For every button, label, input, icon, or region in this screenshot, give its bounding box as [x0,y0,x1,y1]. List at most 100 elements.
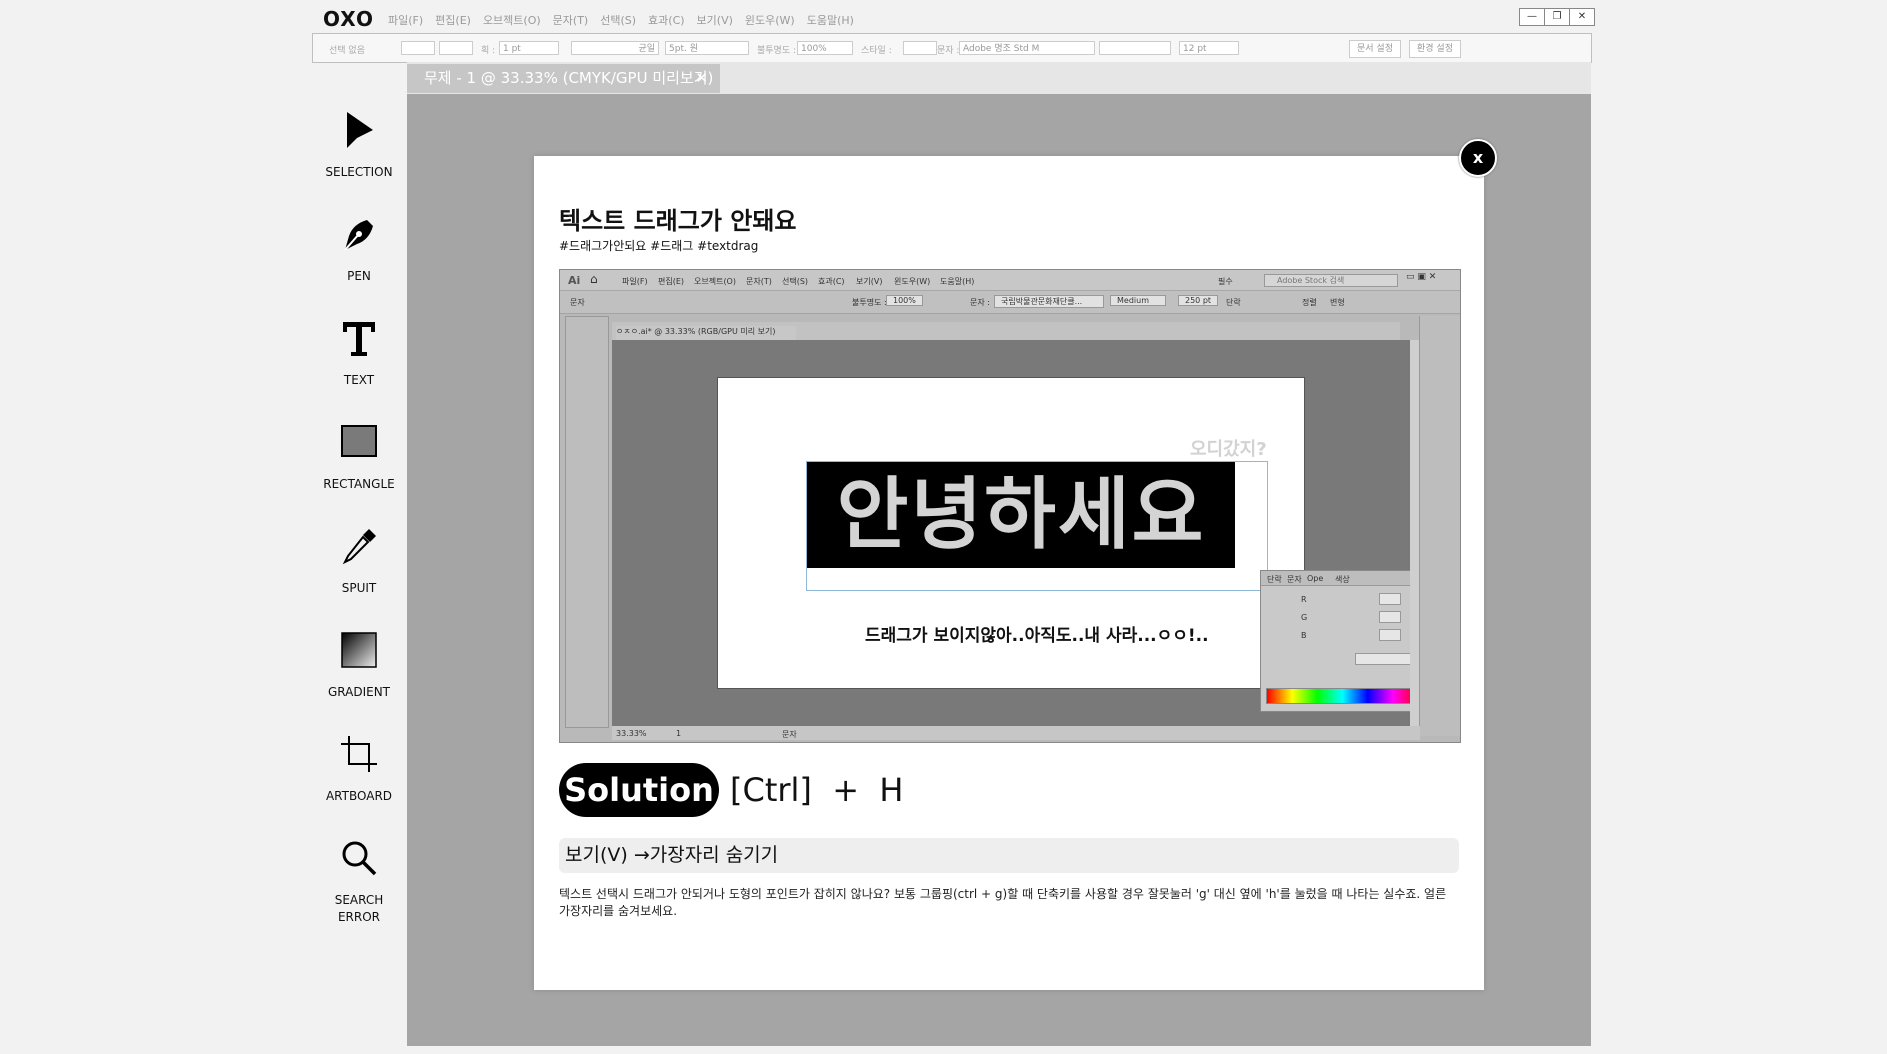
shot-hidden-text: 오디갔지? [1190,439,1267,460]
shot-menu-item: 윈도우(W) [894,277,931,286]
style-select[interactable] [903,41,937,55]
shot-doc-tab-title: ㅇㅈㅇ.ai* @ 33.33% (RGB/GPU 미리 보기) [616,326,796,340]
tool-label: SPUIT [341,581,377,595]
stroke-style-select[interactable]: 균일 [571,41,659,55]
tool-text[interactable]: TEXT [318,318,400,389]
font-select[interactable]: Adobe 명조 Std M [959,41,1095,55]
shot-color-tab: 문자 [1287,575,1302,584]
minimize-button[interactable]: — [1519,8,1545,26]
selection-arrow-icon [347,112,373,148]
stroke-label: 획 : [481,46,496,56]
menu-edit[interactable]: 편집(E) [435,12,471,28]
menu-view[interactable]: 보기(V) [697,12,733,28]
app-logo: OXO [323,7,374,31]
menu-help[interactable]: 도움말(H) [807,12,854,28]
opacity-input[interactable]: 100% [797,41,853,55]
shot-toolbar [565,316,609,728]
opacity-label: 불투명도 : [757,46,797,56]
shot-right-panel [1419,316,1460,736]
shot-size: 250 pt [1178,295,1219,306]
shot-drag-text: 드래그가 보이지않아..아직도..내 사라...ㅇㅇ!.. [865,626,1209,646]
shot-menu-item: 보기(V) [856,277,883,286]
font-style-select[interactable] [1099,41,1171,55]
menu-type[interactable]: 문자(T) [553,12,589,28]
shot-opacity-value: 100% [886,295,923,306]
text-t-icon [343,322,375,356]
solution-description: 텍스트 선택시 드래그가 안되거나 도형의 포인트가 잡히지 않나요? 보통 그… [559,887,1447,918]
tool-pen[interactable]: PEN [318,214,400,285]
selection-status: 선택 없음 [329,46,365,56]
tool-label: TEXT [343,373,375,387]
menu-file[interactable]: 파일(F) [388,12,423,28]
shot-color-spectrum [1266,688,1419,704]
menu-window[interactable]: 윈도우(W) [745,12,795,28]
shot-opacity-label: 불투명도 : [852,298,887,307]
tool-search-error[interactable]: SEARCH ERROR [318,838,400,926]
shot-selection-box [806,461,1268,591]
shot-doc-tab: ㅇㅈㅇ.ai* @ 33.33% (RGB/GPU 미리 보기) [612,322,1400,340]
eyedropper-icon [342,529,376,565]
font-label: 문자 : [937,46,960,56]
menu-path: 보기(V) →가장자리 숨기기 [559,838,1459,873]
menu-object[interactable]: 오브젝트(O) [483,12,541,28]
close-window-button[interactable]: ✕ [1569,8,1595,26]
options-bar: 선택 없음 획 : 1 pt 균일 5pt. 원 불투명도 : 100% 스타일… [312,33,1592,63]
shot-zoom: 33.33% [616,729,647,738]
solution-badge: Solution [559,763,719,817]
tool-label: ARTBOARD [325,789,393,803]
tool-artboard[interactable]: ARTBOARD [318,734,400,805]
brush-select[interactable]: 5pt. 원 [665,41,749,55]
shot-ai-logo: Ai [568,274,581,287]
font-size-input[interactable]: 12 pt [1179,41,1239,55]
modal-title: 텍스트 드래그가 안돼요 [559,207,797,235]
shot-stock-search: Adobe Stock 검색 [1264,274,1398,287]
tool-label: RECTANGLE [323,477,395,491]
shot-color-tab: 색상 [1335,575,1350,584]
shot-align-label: 정렬 [1302,298,1317,307]
shot-control-bar: 문자 불투명도 : 100% 문자 : 국립박물관문화재단클... Medium… [560,291,1460,314]
search-icon [342,841,377,876]
restore-button[interactable]: ❐ [1544,8,1570,26]
menu-effect[interactable]: 효과(C) [648,12,685,28]
shot-transform-label: 변형 [1330,298,1345,307]
shot-vertical-scrollbar [1410,340,1419,733]
shot-menu-item: 문자(T) [746,277,772,286]
stroke-weight-input[interactable]: 1 pt [499,41,559,55]
shot-color-tab: Ope [1307,574,1324,583]
document-tab[interactable]: 무제 - 1 @ 33.33% (CMYK/GPU 미리보기) ✕ [407,64,720,93]
stroke-color-select[interactable] [439,41,473,55]
tab-close-icon[interactable]: ✕ [695,64,708,93]
shot-channel: G [1301,613,1308,622]
shot-home-icon: ⌂ [590,272,598,286]
doc-setup-button[interactable]: 문서 설정 [1349,40,1401,58]
shot-menu-item: 편집(E) [658,277,685,286]
fill-select[interactable] [401,41,435,55]
shot-status-text: 문자 [782,730,797,739]
document-tab-title: 무제 - 1 @ 33.33% (CMYK/GPU 미리보기) [424,69,714,87]
shot-menu-item: 파일(F) [622,277,648,286]
modal-close-button[interactable]: x [1459,139,1497,177]
shot-para-label: 단락 [1226,298,1241,307]
shot-weight: Medium [1110,295,1166,306]
preferences-button[interactable]: 환경 설정 [1409,40,1461,58]
shot-menu-item: 효과(C) [818,277,845,286]
tool-gradient[interactable]: GRADIENT [318,630,400,701]
shot-font-label: 문자 : [970,298,990,307]
solution-shortcut: [Ctrl] + H [730,771,904,809]
tool-spuit[interactable]: SPUIT [318,526,400,597]
modal-tags: #드래그가안되요 #드래그 #textdrag [559,239,759,253]
style-label: 스타일 : [861,46,892,56]
shot-status-bar: 33.33% 1 문자 [612,726,1420,740]
shot-window-controls: ▭ ▣ ✕ [1406,272,1437,282]
menu-select[interactable]: 선택(S) [600,12,636,28]
gradient-icon [341,632,377,668]
pen-icon [344,220,373,251]
shot-color-panel: 단락 문자 Ope 색상 R G B [1260,570,1425,712]
tool-rectangle[interactable]: RECTANGLE [318,422,400,493]
shot-page: 1 [676,729,682,738]
shot-essentials: 필수 [1218,277,1233,286]
artboard-icon [341,736,377,772]
tool-selection[interactable]: SELECTION [318,110,400,181]
shot-ctrl-label: 문자 [570,298,585,307]
shot-color-tab: 단락 [1267,575,1282,584]
